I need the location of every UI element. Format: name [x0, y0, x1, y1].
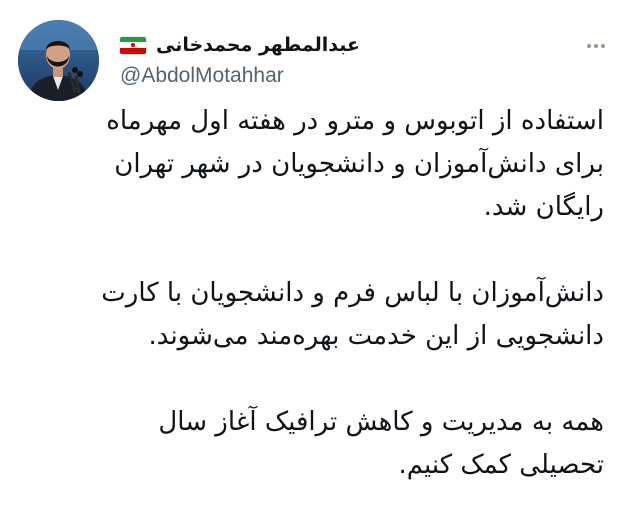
tweet-line: برای دانش‌آموزان و دانشجویان در شهر تهرا…: [114, 149, 604, 179]
tweet-line: دانشجویی از این خدمت بهره‌مند می‌شوند.: [148, 321, 604, 351]
tweet-line: استفاده از اتوبوس و مترو در هفته اول مهر…: [106, 106, 604, 136]
tweet-line: رایگان شد.: [483, 192, 604, 222]
tweet-line: همه به مدیریت و کاهش ترافیک آغاز سال: [158, 407, 604, 437]
author-handle[interactable]: @AbdolMotahhar: [120, 64, 284, 88]
avatar-image: [18, 20, 99, 101]
author-name-row: عبدالمطهر محمدخانی: [120, 30, 360, 60]
author-display-name[interactable]: عبدالمطهر محمدخانی: [156, 34, 360, 56]
more-options-icon: [587, 44, 605, 48]
tweet-text: استفاده از اتوبوس و مترو در هفته اول مهر…: [22, 100, 604, 487]
tweet-line: تحصیلی کمک کنیم.: [398, 450, 604, 480]
iran-flag-icon: [120, 36, 146, 54]
avatar[interactable]: [18, 20, 99, 101]
more-options-button[interactable]: [578, 28, 614, 64]
tweet-line: دانش‌آموزان با لباس فرم و دانشجویان با ک…: [101, 278, 604, 308]
